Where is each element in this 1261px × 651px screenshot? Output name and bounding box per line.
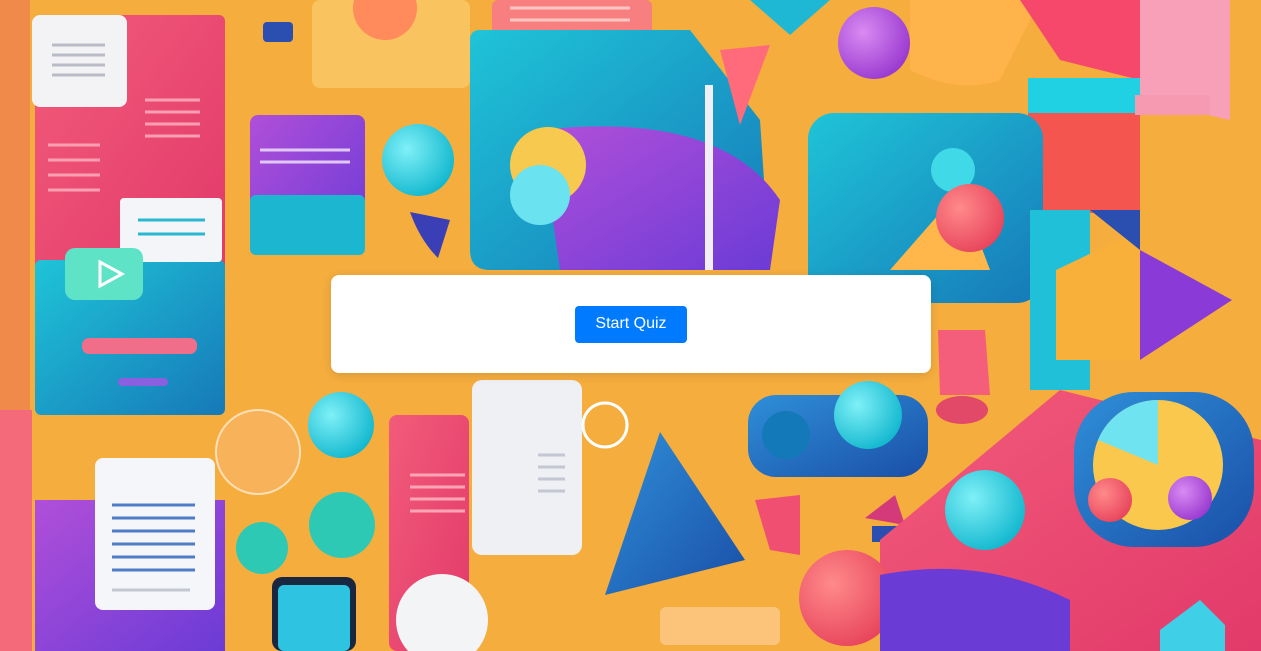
start-quiz-button[interactable]: Start Quiz [575,305,687,343]
quiz-start-page: Start Quiz [0,0,1261,651]
quiz-card: Start Quiz [331,275,931,373]
